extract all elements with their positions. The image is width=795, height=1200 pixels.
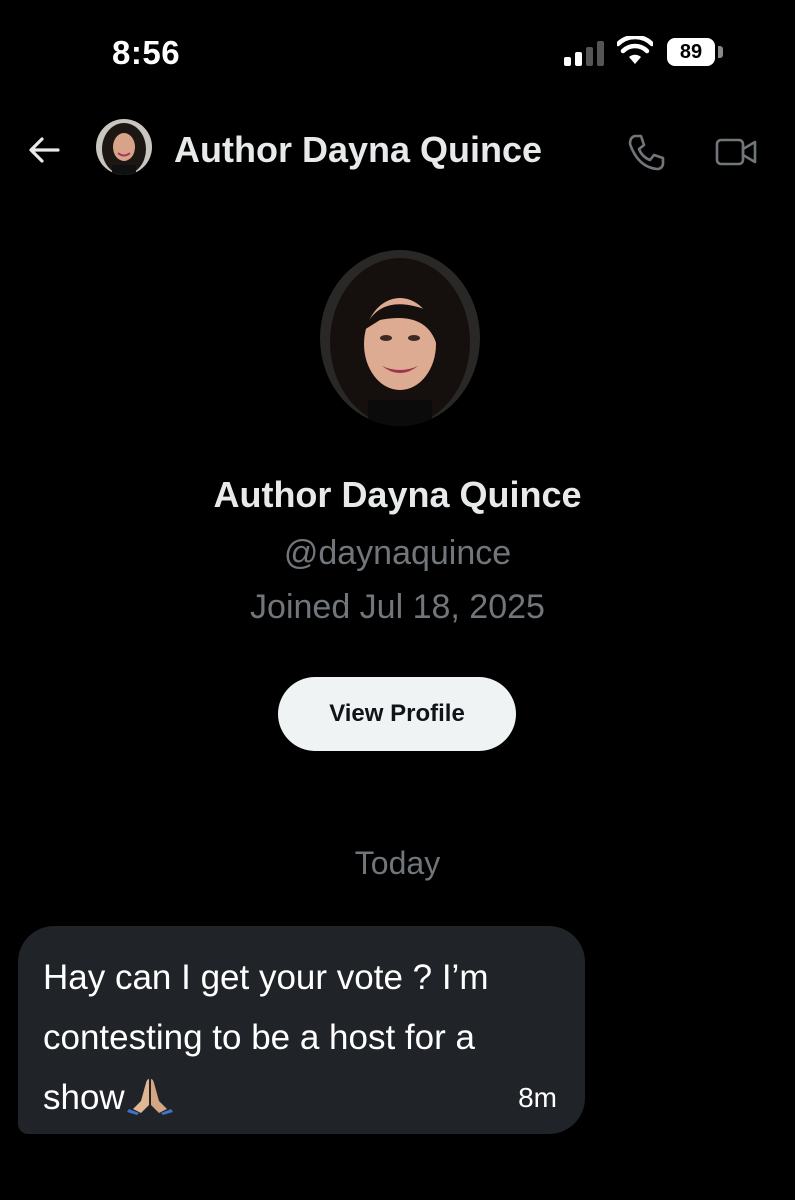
date-separator: Today <box>354 845 441 881</box>
phone-icon[interactable] <box>626 132 666 172</box>
message-text-wrapper: Hay can I get your vote ? I’m contesting… <box>43 948 563 1128</box>
header-name[interactable]: Author Dayna Quince <box>174 129 542 171</box>
cellular-signal-icon <box>564 40 606 66</box>
message-bubble[interactable]: Hay can I get your vote ? I’m contesting… <box>18 926 585 1134</box>
folded-hands-icon <box>126 1079 173 1115</box>
message-timestamp: 8m <box>518 1082 557 1113</box>
profile-avatar[interactable] <box>320 250 480 426</box>
wifi-icon <box>617 36 653 64</box>
message-text: Hay can I get your vote ? I’m contesting… <box>43 958 489 1117</box>
arrow-left-icon[interactable] <box>26 132 62 168</box>
battery-nub <box>718 46 723 58</box>
avatar[interactable] <box>96 119 152 175</box>
profile-joined-date: Joined Jul 18, 2025 <box>250 588 545 626</box>
profile-name: Author Dayna Quince <box>213 474 582 515</box>
battery-icon: 89 <box>667 38 715 66</box>
profile-handle: @daynaquince <box>283 534 512 572</box>
status-bar: 8:56 89 <box>0 0 795 100</box>
status-time: 8:56 <box>112 34 181 71</box>
view-profile-button[interactable]: View Profile <box>278 677 516 751</box>
conversation-header: Author Dayna Quince <box>0 110 795 190</box>
video-camera-icon[interactable] <box>714 132 758 172</box>
